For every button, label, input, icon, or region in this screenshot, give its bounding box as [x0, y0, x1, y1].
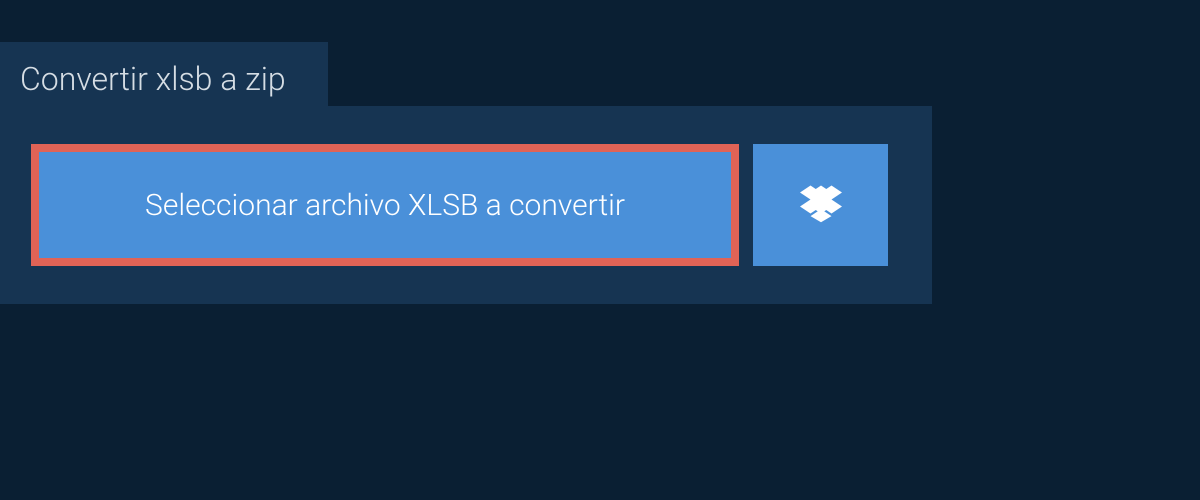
tab-header: Convertir xlsb a zip [0, 42, 328, 116]
dropbox-icon [800, 182, 842, 228]
button-row: Seleccionar archivo XLSB a convertir [31, 144, 901, 266]
dropbox-button[interactable] [753, 144, 888, 266]
page-container: Convertir xlsb a zip Seleccionar archivo… [0, 0, 1200, 500]
select-file-button[interactable]: Seleccionar archivo XLSB a convertir [31, 144, 739, 266]
select-file-label: Seleccionar archivo XLSB a convertir [145, 188, 625, 223]
page-title: Convertir xlsb a zip [20, 60, 286, 98]
main-panel: Seleccionar archivo XLSB a convertir [0, 106, 932, 304]
